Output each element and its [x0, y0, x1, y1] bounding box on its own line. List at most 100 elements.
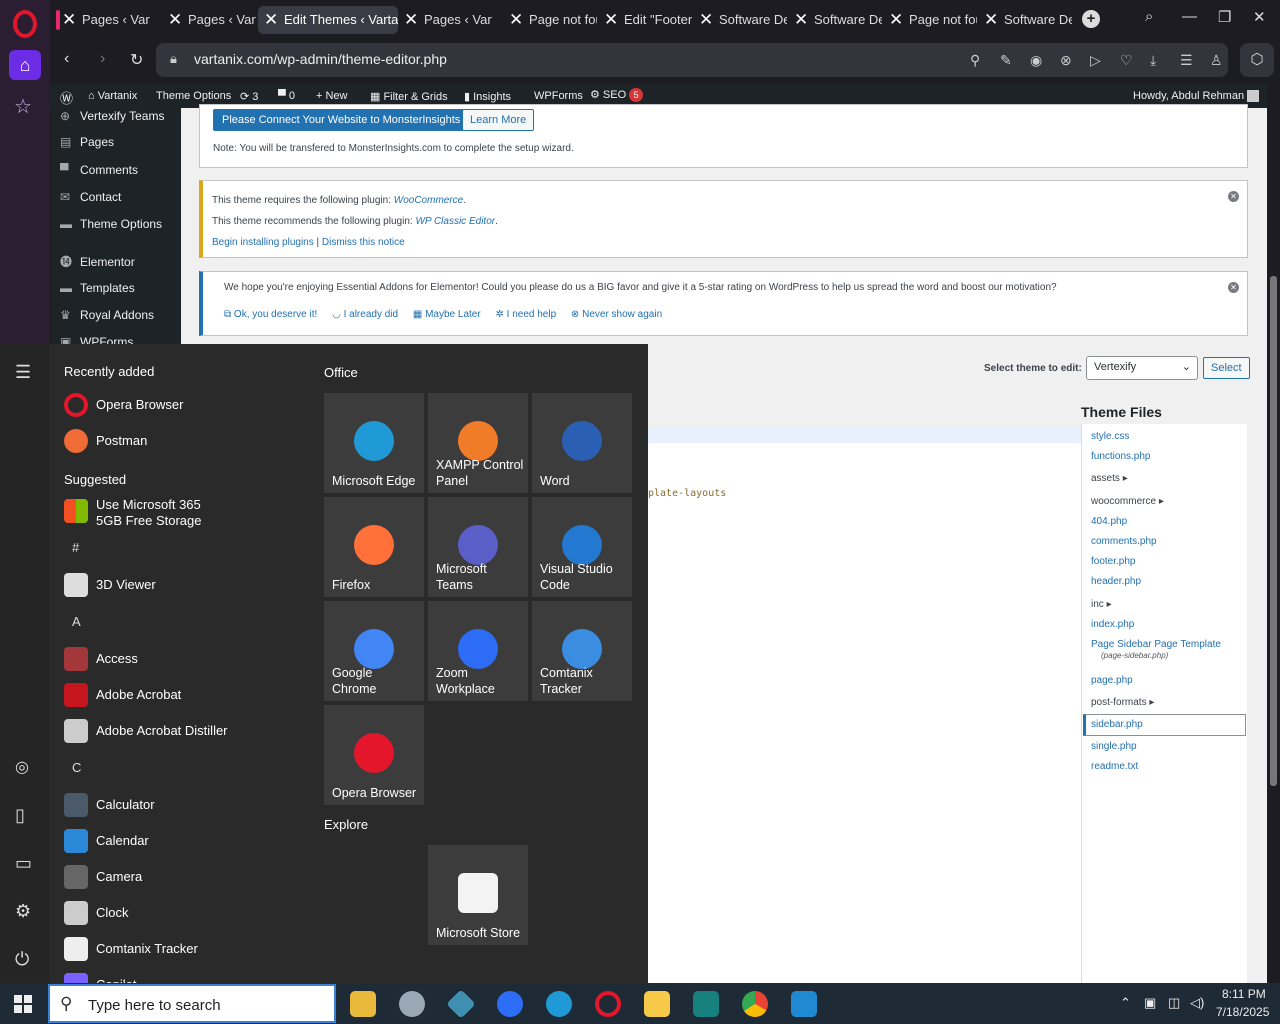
- already-did-link[interactable]: ◡ I already did: [332, 309, 398, 320]
- close-icon[interactable]: ✕: [1228, 191, 1239, 202]
- maximize-button[interactable]: ❐: [1218, 8, 1231, 26]
- tab-3[interactable]: ✕ Pages ‹ Varta: [398, 6, 492, 34]
- woocommerce-link[interactable]: WooCommerce: [394, 195, 463, 206]
- app-icon[interactable]: [446, 989, 476, 1019]
- app-access[interactable]: Access: [64, 644, 304, 674]
- group-letter[interactable]: #: [72, 540, 79, 555]
- menu-item-royal-addons[interactable]: ♛ Royal Addons: [60, 308, 154, 322]
- document-icon[interactable]: ▯: [15, 805, 25, 826]
- star-icon[interactable]: ☆: [14, 94, 32, 119]
- app-opera-browser[interactable]: Opera Browser: [64, 390, 304, 420]
- volume-icon[interactable]: ◁): [1190, 995, 1204, 1011]
- app-3d-viewer[interactable]: 3D Viewer: [64, 570, 304, 600]
- select-theme-button[interactable]: Select: [1203, 357, 1250, 379]
- reload-icon[interactable]: ↻: [130, 50, 143, 70]
- app-calendar[interactable]: Calendar: [64, 826, 304, 856]
- comments-link[interactable]: ▀ 0: [278, 90, 295, 102]
- menu-icon[interactable]: ☰: [1180, 52, 1193, 69]
- app-icon[interactable]: [693, 991, 719, 1017]
- theme-file-single-php[interactable]: single.php: [1091, 741, 1137, 752]
- send-icon[interactable]: ▷: [1090, 52, 1101, 69]
- tab-8[interactable]: ✕ Page not fou: [883, 6, 977, 34]
- tile-xampp-control-panel[interactable]: XAMPP Control Panel: [428, 393, 528, 493]
- new-link[interactable]: + New: [316, 90, 348, 102]
- tab-6[interactable]: ✕ Software De: [693, 6, 787, 34]
- tile-firefox[interactable]: Firefox: [324, 497, 424, 597]
- begin-installing-link[interactable]: Begin installing plugins: [212, 237, 314, 248]
- app-clock[interactable]: Clock: [64, 898, 304, 928]
- dismiss-notice-link[interactable]: Dismiss this notice: [322, 237, 405, 248]
- close-icon[interactable]: ✕: [1228, 282, 1239, 293]
- theme-file-functions-php[interactable]: functions.php: [1091, 451, 1151, 462]
- wifi-icon[interactable]: ◫: [1168, 995, 1180, 1011]
- theme-select[interactable]: Vertexify ⌄: [1086, 356, 1198, 380]
- tile-word[interactable]: Word: [532, 393, 632, 493]
- close-window-button[interactable]: ✕: [1253, 8, 1266, 26]
- zoom-icon[interactable]: [497, 991, 523, 1017]
- camera-icon[interactable]: ◉: [1030, 52, 1042, 69]
- connect-monsterinsights-button[interactable]: Please Connect Your Website to MonsterIn…: [213, 109, 470, 131]
- seo-link[interactable]: ⚙ SEO 5: [590, 88, 644, 102]
- app-camera[interactable]: Camera: [64, 862, 304, 892]
- home-icon[interactable]: ⌂: [9, 50, 41, 80]
- hamburger-icon[interactable]: ☰: [15, 362, 31, 383]
- edge-icon[interactable]: [546, 991, 572, 1017]
- theme-file-page-php[interactable]: page.php: [1091, 675, 1133, 686]
- search-icon[interactable]: ⚲: [970, 52, 980, 69]
- profile-icon[interactable]: ♙: [1210, 52, 1223, 69]
- menu-item-elementor[interactable]: ⓮ Elementor: [60, 253, 135, 270]
- tile-microsoft-teams[interactable]: Microsoft Teams: [428, 497, 528, 597]
- download-icon[interactable]: ⤓: [1150, 52, 1156, 69]
- theme-file-post-formats[interactable]: post-formats ▸: [1091, 697, 1154, 708]
- app-calculator[interactable]: Calculator: [64, 790, 304, 820]
- theme-file-assets[interactable]: assets ▸: [1091, 473, 1128, 484]
- theme-file-header-php[interactable]: header.php: [1091, 576, 1141, 587]
- need-help-link[interactable]: ✲ I need help: [495, 309, 556, 320]
- site-name-link[interactable]: ⌂ Vartanix: [88, 90, 137, 102]
- theme-file-style-css[interactable]: style.css: [1091, 431, 1129, 442]
- power-icon[interactable]: ⏻: [15, 949, 29, 970]
- opera-icon[interactable]: [595, 991, 621, 1017]
- lock-icon[interactable]: 🔒︎: [170, 51, 177, 67]
- back-icon[interactable]: ‹: [64, 50, 69, 68]
- page-scrollbar[interactable]: [1267, 84, 1280, 983]
- tab-5[interactable]: ✕ Edit "Footer: [598, 6, 692, 34]
- tile-visual-studio-code[interactable]: Visual Studio Code: [532, 497, 632, 597]
- windows-start-icon[interactable]: [14, 995, 32, 1013]
- extensions-icon[interactable]: ⬡: [1240, 43, 1274, 77]
- search-tabs-icon[interactable]: ⌕: [1145, 8, 1153, 25]
- tile-google-chrome[interactable]: Google Chrome: [324, 601, 424, 701]
- theme-file-page-sidebar-page-template[interactable]: Page Sidebar Page Template (page-sidebar.…: [1091, 639, 1221, 661]
- tab-1[interactable]: ✕ Pages ‹ Varta: [162, 6, 256, 34]
- tile-microsoft-store[interactable]: Microsoft Store: [428, 845, 528, 945]
- chevron-up-icon[interactable]: ⌃: [1120, 995, 1131, 1011]
- vscode-icon[interactable]: [791, 991, 817, 1017]
- heart-icon[interactable]: ♡: [1120, 52, 1133, 69]
- menu-item-contact[interactable]: ✉ Contact: [60, 190, 121, 204]
- tile-opera-browser[interactable]: Opera Browser: [324, 705, 424, 805]
- menu-item-vertexify-teams[interactable]: ⊕ Vertexify Teams: [60, 109, 164, 123]
- theme-file-footer-php[interactable]: footer.php: [1091, 556, 1135, 567]
- pictures-icon[interactable]: ▭: [15, 853, 32, 874]
- theme-file-comments-php[interactable]: comments.php: [1091, 536, 1157, 547]
- theme-file-woocommerce[interactable]: woocommerce ▸: [1091, 496, 1164, 507]
- tile-microsoft-edge[interactable]: Microsoft Edge: [324, 393, 424, 493]
- tab-0[interactable]: ✕ Pages ‹ Varta: [56, 6, 150, 34]
- tab-9[interactable]: ✕ Software De: [978, 6, 1072, 34]
- menu-item-comments[interactable]: ▀ Comments: [60, 163, 138, 177]
- filter-grids-link[interactable]: ▦ Filter & Grids: [370, 90, 448, 103]
- tab-4[interactable]: ✕ Page not fou: [503, 6, 597, 34]
- clock-time[interactable]: 8:11 PM: [1222, 987, 1266, 1001]
- address-bar[interactable]: 🔒︎ vartanix.com/wp-admin/theme-editor.ph…: [156, 43, 1228, 77]
- learn-more-button[interactable]: Learn More: [462, 109, 535, 131]
- app-microsoft-365[interactable]: Use Microsoft 365 5GB Free Storage: [64, 497, 304, 533]
- edit-icon[interactable]: ✎: [1000, 52, 1012, 69]
- taskbar-search-input[interactable]: ⚲ Type here to search: [48, 984, 336, 1023]
- group-letter[interactable]: A: [72, 614, 81, 629]
- minimize-button[interactable]: —: [1182, 8, 1197, 25]
- scrollbar-thumb[interactable]: [1270, 276, 1277, 786]
- new-tab-button[interactable]: +: [1082, 10, 1100, 28]
- theme-file-index-php[interactable]: index.php: [1091, 619, 1134, 630]
- tab-2[interactable]: ✕ Edit Themes ‹ Vartan: [258, 6, 398, 34]
- group-letter[interactable]: C: [72, 760, 81, 775]
